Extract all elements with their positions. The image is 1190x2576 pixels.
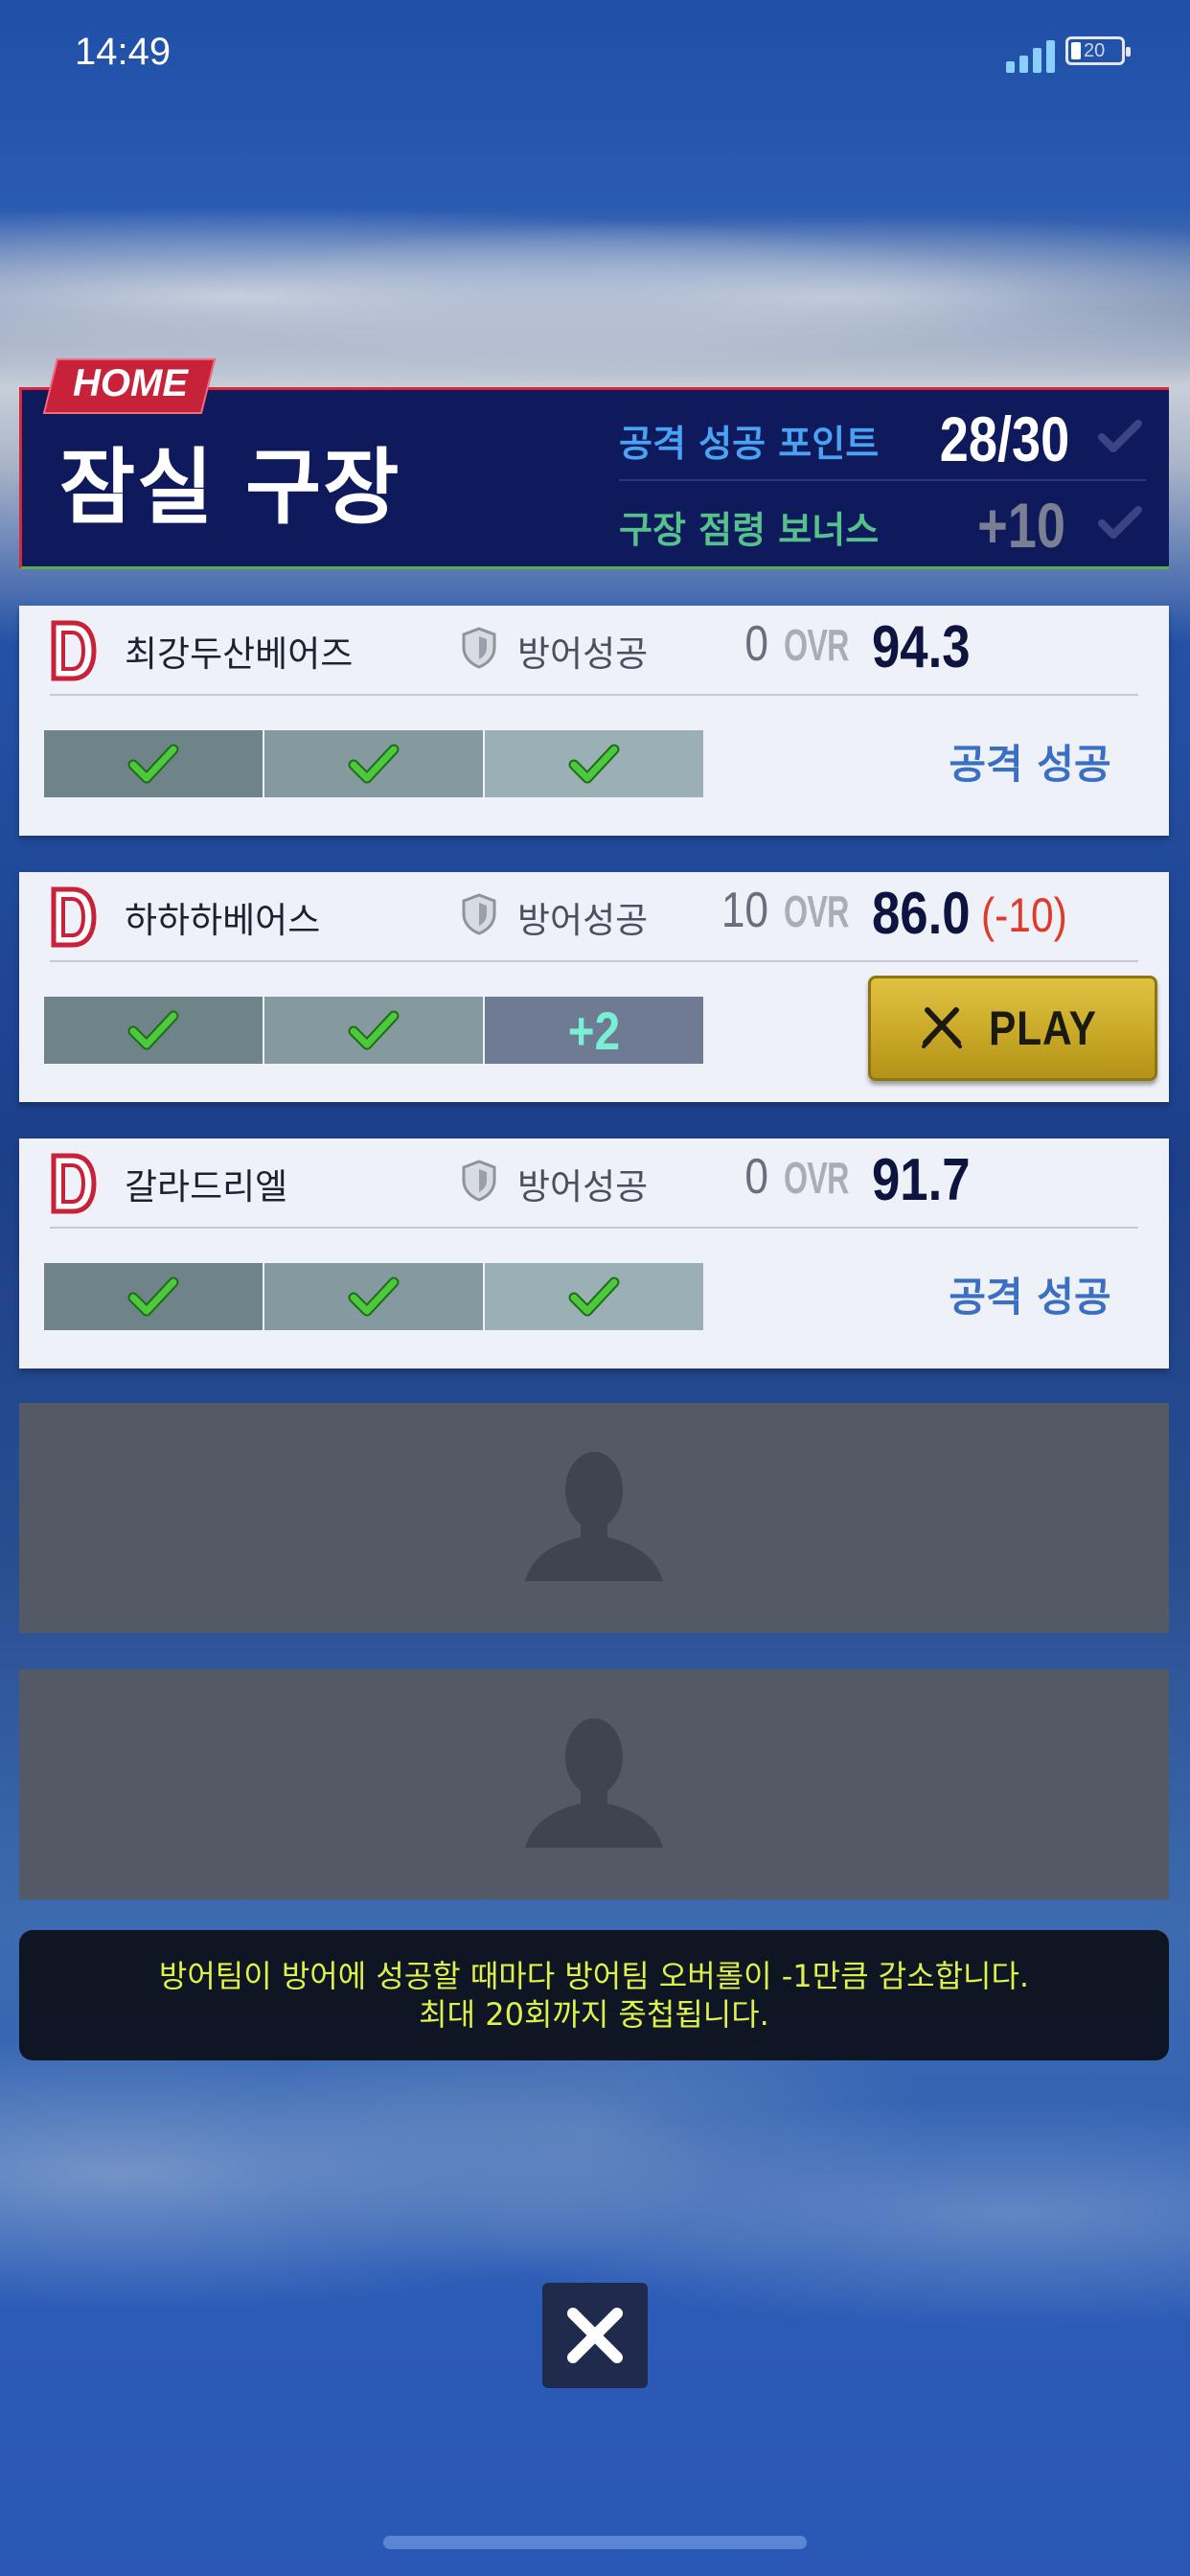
attack-slot — [264, 997, 483, 1064]
battery-icon: 20 — [1065, 36, 1131, 65]
team-card[interactable]: 하하하베어스 방어성공 10 OVR 86.0 (-10) +2 PLAY — [19, 872, 1169, 1102]
close-icon — [567, 2308, 623, 2363]
attack-slots — [44, 1263, 703, 1330]
close-button[interactable] — [542, 2283, 648, 2388]
header-divider — [619, 479, 1146, 481]
check-icon — [1098, 506, 1142, 539]
attack-slots — [44, 730, 703, 797]
battery-fill — [1071, 42, 1081, 59]
attack-slot — [264, 1263, 483, 1330]
ovr-label: OVR — [784, 886, 849, 936]
attack-slot-bonus: +2 — [485, 997, 703, 1064]
attack-slot — [264, 730, 483, 797]
defense-count: 0 — [744, 616, 768, 672]
person-silhouette-icon — [525, 1718, 663, 1848]
attack-points-label: 공격 성공 포인트 — [619, 423, 880, 465]
team-card[interactable]: 최강두산베어즈 방어성공 0 OVR 94.3 공격 성공 — [19, 606, 1169, 836]
check-icon — [568, 744, 620, 784]
signal-icon — [1006, 38, 1055, 73]
ovr-penalty: (-10) — [981, 888, 1067, 942]
ovr-label: OVR — [784, 620, 849, 670]
card-divider — [50, 960, 1138, 962]
shield-icon — [462, 893, 496, 935]
check-icon — [1098, 420, 1142, 452]
defense-label: 방어성공 — [517, 633, 649, 675]
info-box: 방어팀이 방어에 성공할 때마다 방어팀 오버롤이 -1만큼 감소합니다. 최대… — [19, 1930, 1169, 2060]
ovr-value: 94.3 — [872, 614, 971, 680]
team-name: 최강두산베어즈 — [125, 633, 354, 675]
attack-slot — [44, 997, 263, 1064]
defense-label: 방어성공 — [517, 900, 649, 941]
bonus-points: +2 — [567, 1000, 621, 1061]
ovr-value: 86.0 — [872, 881, 971, 947]
check-icon — [127, 1276, 179, 1317]
attack-slot — [44, 1263, 263, 1330]
check-icon — [348, 1276, 400, 1317]
ovr-label: OVR — [784, 1153, 849, 1203]
defense-label: 방어성공 — [517, 1166, 649, 1208]
stadium-name: 잠실 구장 — [59, 440, 401, 536]
attack-slot — [485, 1263, 703, 1330]
shield-icon — [462, 627, 496, 669]
info-line: 최대 20회까지 중첩됩니다. — [419, 1996, 769, 2033]
doosan-d-logo-icon — [51, 620, 97, 681]
check-icon — [127, 1010, 179, 1050]
team-name: 하하하베어스 — [125, 900, 321, 941]
occupation-bonus-value: +10 — [977, 490, 1065, 561]
person-silhouette-icon — [525, 1452, 663, 1581]
attack-result: 공격 성공 — [949, 1274, 1111, 1321]
card-divider — [50, 1227, 1138, 1229]
home-tag-label: HOME — [73, 362, 188, 404]
defense-count: 0 — [744, 1149, 768, 1205]
occupation-bonus-label: 구장 점령 보너스 — [619, 509, 880, 551]
attack-slot — [44, 730, 263, 797]
empty-team-slot — [19, 1403, 1169, 1633]
team-name: 갈라드리엘 — [125, 1166, 288, 1208]
play-button[interactable]: PLAY — [868, 976, 1157, 1081]
ovr-value: 91.7 — [872, 1147, 971, 1213]
doosan-d-logo-icon — [51, 886, 97, 948]
attack-points-value: 28/30 — [939, 403, 1070, 474]
empty-team-slot — [19, 1669, 1169, 1899]
attack-slot — [485, 730, 703, 797]
attack-slots: +2 — [44, 997, 703, 1064]
check-icon — [568, 1276, 620, 1317]
battery-level: 20 — [1084, 40, 1106, 61]
crossed-bats-icon — [921, 1007, 962, 1048]
check-icon — [127, 744, 179, 784]
check-icon — [348, 1010, 400, 1050]
doosan-d-logo-icon — [51, 1153, 97, 1214]
home-indicator[interactable] — [383, 2536, 807, 2549]
card-divider — [50, 694, 1138, 696]
check-icon — [348, 744, 400, 784]
defense-count: 10 — [721, 883, 768, 938]
play-label: PLAY — [988, 1001, 1097, 1055]
info-line: 방어팀이 방어에 성공할 때마다 방어팀 오버롤이 -1만큼 감소합니다. — [158, 1958, 1030, 1994]
team-card[interactable]: 갈라드리엘 방어성공 0 OVR 91.7 공격 성공 — [19, 1138, 1169, 1368]
shield-icon — [462, 1160, 496, 1202]
attack-result: 공격 성공 — [949, 741, 1111, 788]
status-time: 14:49 — [75, 31, 172, 73]
